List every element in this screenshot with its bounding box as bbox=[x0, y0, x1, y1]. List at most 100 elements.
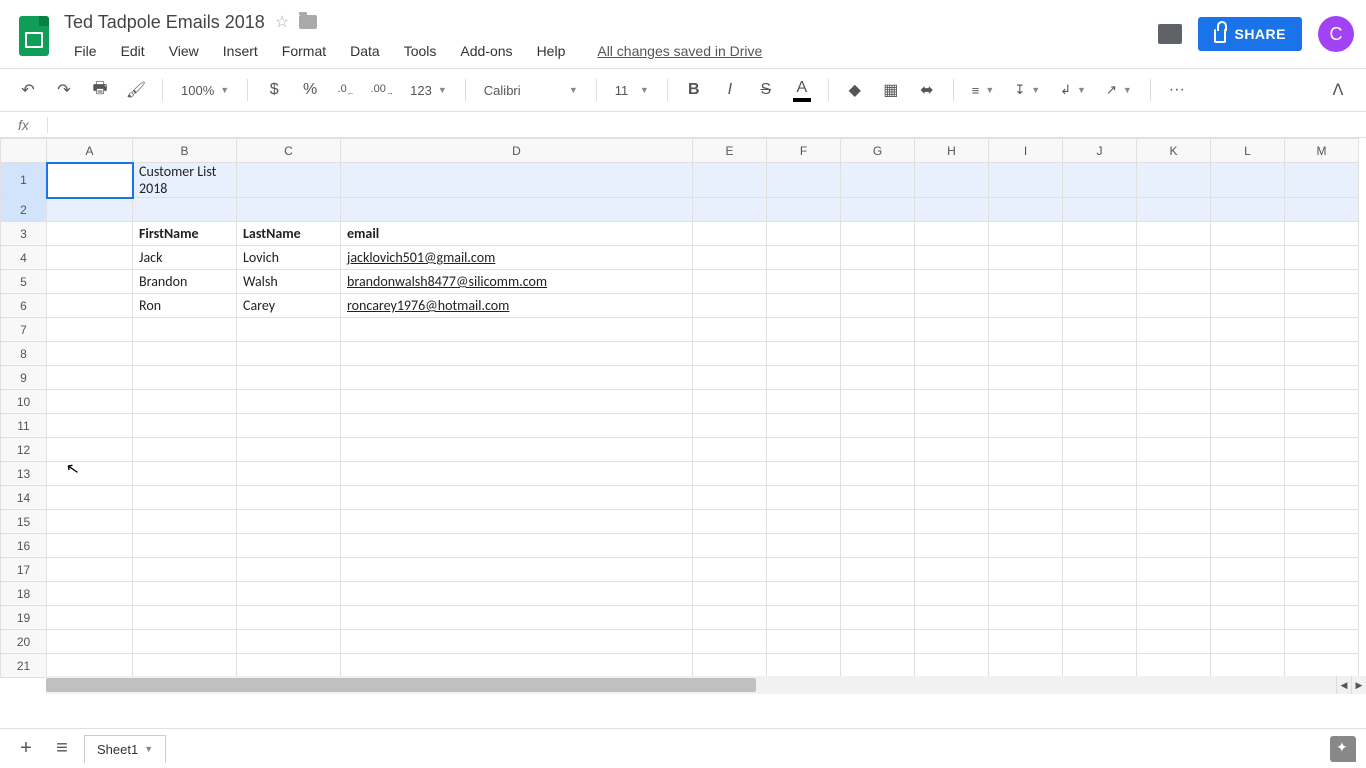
cell-M11[interactable] bbox=[1285, 414, 1359, 438]
cell-C11[interactable] bbox=[237, 414, 341, 438]
cell-I1[interactable] bbox=[989, 163, 1063, 198]
horizontal-scrollbar[interactable] bbox=[46, 676, 1336, 694]
cell-J3[interactable] bbox=[1063, 222, 1137, 246]
cell-B12[interactable] bbox=[133, 438, 237, 462]
cell-G12[interactable] bbox=[841, 438, 915, 462]
cell-B10[interactable] bbox=[133, 390, 237, 414]
text-wrap-button[interactable]: ↲▼ bbox=[1052, 82, 1094, 98]
cell-A10[interactable] bbox=[47, 390, 133, 414]
cell-C13[interactable] bbox=[237, 462, 341, 486]
cell-M1[interactable] bbox=[1285, 163, 1359, 198]
cell-I9[interactable] bbox=[989, 366, 1063, 390]
cell-A1[interactable] bbox=[47, 163, 133, 198]
cell-H7[interactable] bbox=[915, 318, 989, 342]
cell-B16[interactable] bbox=[133, 534, 237, 558]
borders-button[interactable]: ▦ bbox=[875, 75, 907, 105]
cell-H4[interactable] bbox=[915, 246, 989, 270]
menu-edit[interactable]: Edit bbox=[111, 39, 155, 63]
cell-H18[interactable] bbox=[915, 582, 989, 606]
row-header-12[interactable]: 12 bbox=[1, 438, 47, 462]
cell-H19[interactable] bbox=[915, 606, 989, 630]
cell-E4[interactable] bbox=[693, 246, 767, 270]
cell-F3[interactable] bbox=[767, 222, 841, 246]
cell-F15[interactable] bbox=[767, 510, 841, 534]
cell-K4[interactable] bbox=[1137, 246, 1211, 270]
all-sheets-button[interactable]: ≡ bbox=[48, 735, 76, 763]
cell-J12[interactable] bbox=[1063, 438, 1137, 462]
scroll-right-button[interactable]: ▶ bbox=[1351, 676, 1366, 694]
cell-L8[interactable] bbox=[1211, 342, 1285, 366]
cell-K17[interactable] bbox=[1137, 558, 1211, 582]
cell-B21[interactable] bbox=[133, 654, 237, 678]
cell-B4[interactable]: Jack bbox=[133, 246, 237, 270]
cell-J16[interactable] bbox=[1063, 534, 1137, 558]
currency-button[interactable]: $ bbox=[258, 75, 290, 105]
cell-I16[interactable] bbox=[989, 534, 1063, 558]
cell-J13[interactable] bbox=[1063, 462, 1137, 486]
row-header-10[interactable]: 10 bbox=[1, 390, 47, 414]
cell-B18[interactable] bbox=[133, 582, 237, 606]
col-header-G[interactable]: G bbox=[841, 139, 915, 163]
cell-J7[interactable] bbox=[1063, 318, 1137, 342]
cell-L14[interactable] bbox=[1211, 486, 1285, 510]
explore-button[interactable] bbox=[1330, 736, 1356, 762]
cell-G13[interactable] bbox=[841, 462, 915, 486]
cell-E20[interactable] bbox=[693, 630, 767, 654]
fill-color-button[interactable]: ◆ bbox=[839, 75, 871, 105]
cell-C4[interactable]: Lovich bbox=[237, 246, 341, 270]
italic-button[interactable]: I bbox=[714, 75, 746, 105]
cell-J10[interactable] bbox=[1063, 390, 1137, 414]
font-select[interactable]: Calibri▼ bbox=[476, 83, 586, 98]
cell-M20[interactable] bbox=[1285, 630, 1359, 654]
cell-I7[interactable] bbox=[989, 318, 1063, 342]
cell-E10[interactable] bbox=[693, 390, 767, 414]
row-header-17[interactable]: 17 bbox=[1, 558, 47, 582]
cell-K3[interactable] bbox=[1137, 222, 1211, 246]
row-header-15[interactable]: 15 bbox=[1, 510, 47, 534]
cell-B2[interactable] bbox=[133, 198, 237, 222]
row-header-20[interactable]: 20 bbox=[1, 630, 47, 654]
cell-H2[interactable] bbox=[915, 198, 989, 222]
row-header-21[interactable]: 21 bbox=[1, 654, 47, 678]
cell-K10[interactable] bbox=[1137, 390, 1211, 414]
cell-C14[interactable] bbox=[237, 486, 341, 510]
cell-H11[interactable] bbox=[915, 414, 989, 438]
cell-H15[interactable] bbox=[915, 510, 989, 534]
cell-F4[interactable] bbox=[767, 246, 841, 270]
cell-F9[interactable] bbox=[767, 366, 841, 390]
cell-L20[interactable] bbox=[1211, 630, 1285, 654]
share-button[interactable]: SHARE bbox=[1198, 17, 1302, 51]
cell-G18[interactable] bbox=[841, 582, 915, 606]
cell-M14[interactable] bbox=[1285, 486, 1359, 510]
cell-B14[interactable] bbox=[133, 486, 237, 510]
cell-J2[interactable] bbox=[1063, 198, 1137, 222]
cell-L12[interactable] bbox=[1211, 438, 1285, 462]
cell-K16[interactable] bbox=[1137, 534, 1211, 558]
cell-K12[interactable] bbox=[1137, 438, 1211, 462]
cell-C12[interactable] bbox=[237, 438, 341, 462]
cell-M9[interactable] bbox=[1285, 366, 1359, 390]
sheet-tab[interactable]: Sheet1▼ bbox=[84, 735, 166, 763]
cell-G20[interactable] bbox=[841, 630, 915, 654]
cell-H20[interactable] bbox=[915, 630, 989, 654]
cell-G19[interactable] bbox=[841, 606, 915, 630]
cell-A20[interactable] bbox=[47, 630, 133, 654]
row-header-16[interactable]: 16 bbox=[1, 534, 47, 558]
cell-L3[interactable] bbox=[1211, 222, 1285, 246]
cell-H6[interactable] bbox=[915, 294, 989, 318]
move-folder-icon[interactable] bbox=[299, 15, 317, 29]
cell-I20[interactable] bbox=[989, 630, 1063, 654]
cell-K11[interactable] bbox=[1137, 414, 1211, 438]
cell-E15[interactable] bbox=[693, 510, 767, 534]
cell-D19[interactable] bbox=[341, 606, 693, 630]
print-button[interactable]: 🖶 bbox=[84, 75, 116, 105]
col-header-A[interactable]: A bbox=[47, 139, 133, 163]
cell-C9[interactable] bbox=[237, 366, 341, 390]
cell-H5[interactable] bbox=[915, 270, 989, 294]
cell-I17[interactable] bbox=[989, 558, 1063, 582]
cell-K5[interactable] bbox=[1137, 270, 1211, 294]
menu-format[interactable]: Format bbox=[272, 39, 336, 63]
cell-F11[interactable] bbox=[767, 414, 841, 438]
cell-I15[interactable] bbox=[989, 510, 1063, 534]
cell-A13[interactable] bbox=[47, 462, 133, 486]
